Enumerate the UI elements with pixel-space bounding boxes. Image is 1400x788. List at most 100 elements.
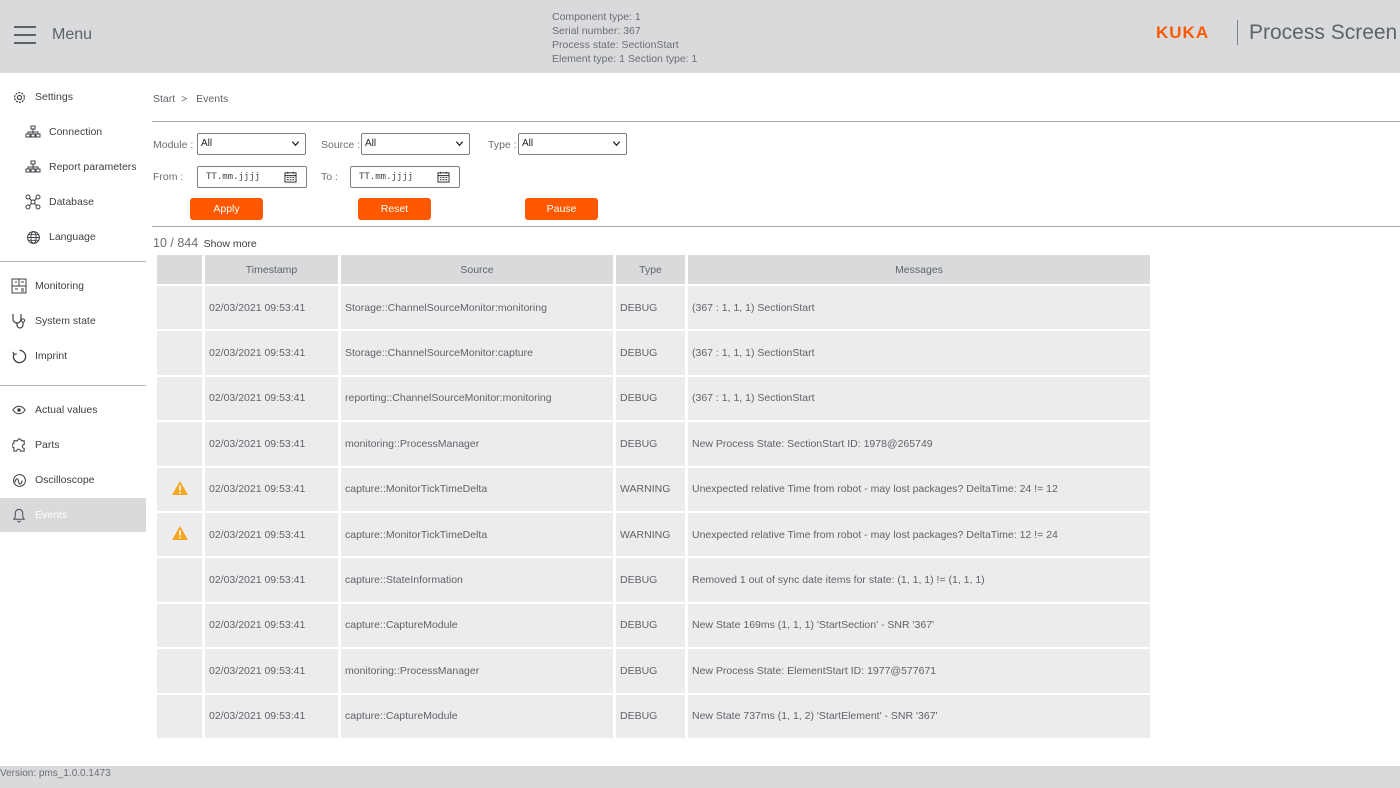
sidebar-item-settings[interactable]: Settings xyxy=(0,80,146,114)
row-type: DEBUG xyxy=(616,286,685,330)
dashboard-icon xyxy=(10,278,28,294)
row-icon-cell xyxy=(157,286,202,330)
sidebar-item-parts[interactable]: Parts xyxy=(0,428,146,462)
table-row[interactable]: 02/03/2021 09:53:41 capture::CaptureModul… xyxy=(157,603,1150,648)
table-row[interactable]: 02/03/2021 09:53:41 monitoring::ProcessMa… xyxy=(157,422,1150,466)
sidebar-item-system-state[interactable]: System state xyxy=(0,304,146,338)
to-label: To : xyxy=(321,171,338,183)
row-type: DEBUG xyxy=(616,558,685,602)
row-timestamp: 02/03/2021 09:53:41 xyxy=(205,422,338,466)
circle-arrow-icon xyxy=(10,348,28,364)
breadcrumb-separator: > xyxy=(181,93,188,105)
module-label: Module : xyxy=(153,139,194,151)
type-select[interactable]: All xyxy=(518,133,627,155)
table-row[interactable]: 02/03/2021 09:53:41 capture::StateInforma… xyxy=(157,558,1150,602)
row-message: New State 169ms (1, 1, 1) 'StartSection'… xyxy=(688,603,1150,648)
row-source: Storage::ChannelSourceMonitor:capture xyxy=(341,331,613,375)
row-icon-cell xyxy=(157,467,202,511)
row-icon-cell xyxy=(157,694,202,738)
source-select-value: All xyxy=(365,138,377,149)
sidebar-item-label: Parts xyxy=(35,439,60,451)
sidebar-item-label: Monitoring xyxy=(35,280,85,292)
source-select[interactable]: All xyxy=(361,133,470,155)
row-type: WARNING xyxy=(616,512,685,557)
row-source: capture::StateInformation xyxy=(341,558,613,602)
sidebar-item-connection[interactable]: Connection xyxy=(0,115,146,149)
column-header-type[interactable]: Type xyxy=(616,255,685,284)
process-state: Process state: SectionStart xyxy=(552,39,679,51)
table-row[interactable]: 02/03/2021 09:53:41 Storage::ChannelSourc… xyxy=(157,286,1150,330)
sidebar-item-actual-values[interactable]: Actual values xyxy=(0,393,146,427)
kuka-logo: KUKA xyxy=(1156,23,1210,42)
row-source: capture::MonitorTickTimeDelta xyxy=(341,512,613,557)
sidebar-item-monitoring[interactable]: Monitoring xyxy=(0,269,146,303)
sidebar-divider xyxy=(0,385,146,386)
row-source: monitoring::ProcessManager xyxy=(341,649,613,693)
column-header-timestamp[interactable]: Timestamp xyxy=(205,255,338,284)
sidebar-item-language[interactable]: Language xyxy=(0,220,146,254)
sidebar-item-events[interactable]: Events xyxy=(0,498,146,532)
table-row[interactable]: 02/03/2021 09:53:41 capture::MonitorTickT… xyxy=(157,512,1150,557)
column-header-messages[interactable]: Messages xyxy=(688,255,1150,284)
sidebar-item-imprint[interactable]: Imprint xyxy=(0,339,146,373)
row-message: New Process State: ElementStart ID: 1977… xyxy=(688,649,1150,693)
version-label: Version: pms_1.0.0.1473 xyxy=(0,768,111,779)
pause-button[interactable]: Pause xyxy=(525,198,598,220)
row-message: New Process State: SectionStart ID: 1978… xyxy=(688,422,1150,466)
row-timestamp: 02/03/2021 09:53:41 xyxy=(205,286,338,330)
table-row[interactable]: 02/03/2021 09:53:41 capture::CaptureModul… xyxy=(157,694,1150,738)
sidebar-item-label: Report parameters xyxy=(49,161,137,173)
row-type: DEBUG xyxy=(616,694,685,738)
reset-button[interactable]: Reset xyxy=(358,198,431,220)
sidebar-item-report-parameters[interactable]: Report parameters xyxy=(0,150,146,184)
hamburger-menu-icon[interactable] xyxy=(14,26,36,44)
row-icon-cell xyxy=(157,603,202,648)
type-label: Type : xyxy=(488,139,517,151)
globe-icon xyxy=(24,229,42,245)
chevron-down-icon xyxy=(455,139,464,151)
column-header-source[interactable]: Source xyxy=(341,255,613,284)
source-label: Source : xyxy=(321,139,361,151)
to-date-input[interactable]: TT.mm.jjjj xyxy=(350,166,460,188)
table-row[interactable]: 02/03/2021 09:53:41 Storage::ChannelSourc… xyxy=(157,331,1150,375)
row-type: DEBUG xyxy=(616,331,685,375)
sidebar-item-label: Events xyxy=(35,509,68,521)
breadcrumb: Start > Events xyxy=(153,93,228,105)
filter-divider xyxy=(152,226,1400,227)
row-icon-cell xyxy=(157,649,202,693)
sidebar-item-label: Imprint xyxy=(35,350,68,362)
breadcrumb-root[interactable]: Start xyxy=(153,93,175,105)
result-count-value: 10 / 844 xyxy=(153,236,199,250)
row-icon-cell xyxy=(157,331,202,375)
row-source: capture::CaptureModule xyxy=(341,603,613,648)
row-timestamp: 02/03/2021 09:53:41 xyxy=(205,603,338,648)
sidebar-divider xyxy=(0,261,146,262)
row-icon-cell xyxy=(157,376,202,421)
module-select[interactable]: All xyxy=(197,133,306,155)
show-more-link[interactable]: Show more xyxy=(204,238,257,250)
chevron-down-icon xyxy=(612,139,621,151)
footer: Version: pms_1.0.0.1473 xyxy=(0,766,1400,788)
table-row[interactable]: 02/03/2021 09:53:41 reporting::ChannelSou… xyxy=(157,376,1150,421)
table-row[interactable]: 02/03/2021 09:53:41 monitoring::ProcessMa… xyxy=(157,649,1150,693)
table-row[interactable]: 02/03/2021 09:53:41 capture::MonitorTickT… xyxy=(157,467,1150,511)
sidebar-item-label: Language xyxy=(49,231,96,243)
from-date-input[interactable]: TT.mm.jjjj xyxy=(197,166,307,188)
logo-divider xyxy=(1237,20,1238,45)
apply-button[interactable]: Apply xyxy=(190,198,263,220)
row-source: monitoring::ProcessManager xyxy=(341,422,613,466)
result-count: 10 / 844 Show more xyxy=(153,236,257,250)
row-message: (367 : 1, 1, 1) SectionStart xyxy=(688,376,1150,421)
row-timestamp: 02/03/2021 09:53:41 xyxy=(205,376,338,421)
calendar-icon[interactable] xyxy=(284,171,297,186)
sidebar-item-oscilloscope[interactable]: Oscilloscope xyxy=(0,463,146,497)
breadcrumb-current: Events xyxy=(196,93,229,105)
sidebar-item-label: Settings xyxy=(35,91,73,103)
module-select-value: All xyxy=(201,138,213,149)
row-message: Unexpected relative Time from robot - ma… xyxy=(688,512,1150,557)
calendar-icon[interactable] xyxy=(437,171,450,186)
row-icon-cell xyxy=(157,558,202,602)
menu-label[interactable]: Menu xyxy=(52,26,92,44)
table-header-row: Timestamp Source Type Messages xyxy=(157,255,1150,284)
sidebar-item-database[interactable]: Database xyxy=(0,185,146,219)
